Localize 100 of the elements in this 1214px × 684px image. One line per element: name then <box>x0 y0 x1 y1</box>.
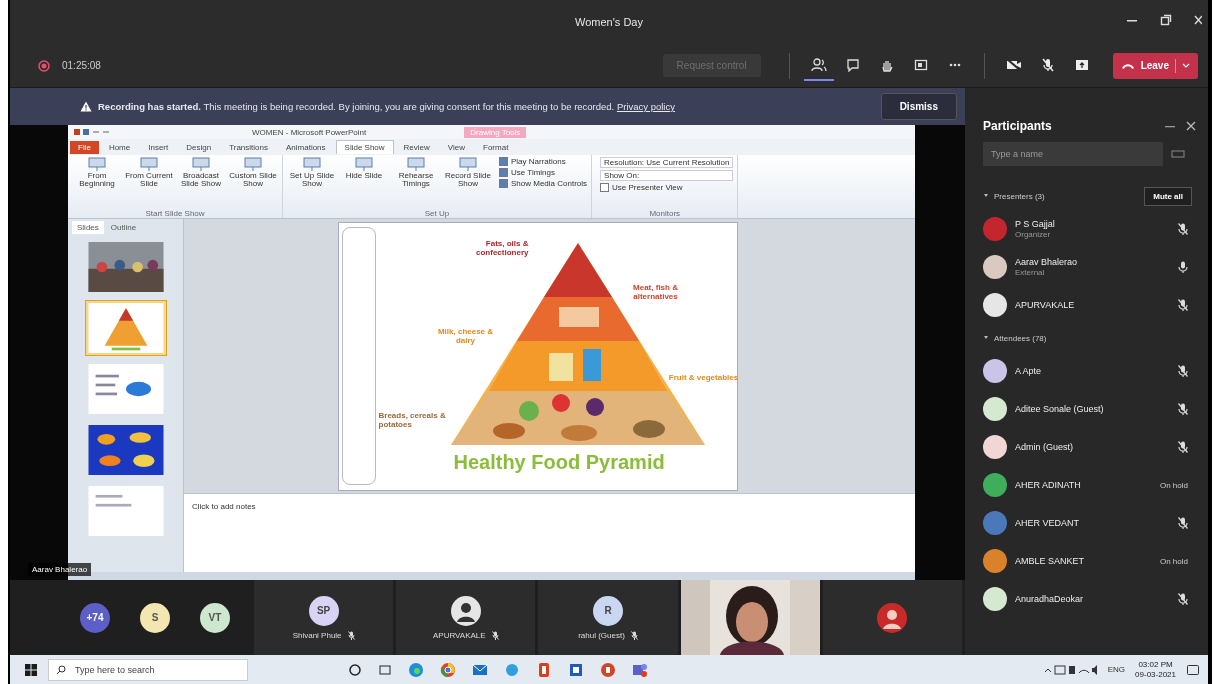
ribbon-tab[interactable]: Slide Show <box>335 140 394 154</box>
avatar: S <box>140 602 170 633</box>
participant-row[interactable]: AHER VEDANT <box>983 504 1196 542</box>
slides-app-icon[interactable] <box>600 661 616 678</box>
participant-status: On hold <box>1159 480 1188 490</box>
screen-icon[interactable] <box>459 157 477 171</box>
dismiss-button[interactable]: Dismiss <box>880 93 957 120</box>
windows-start-icon[interactable] <box>24 662 38 677</box>
screen-icon[interactable] <box>192 157 210 171</box>
powerpoint-title: WOMEN - Microsoft PowerPoint <box>252 127 367 137</box>
pane-tab[interactable]: Slides <box>72 221 104 234</box>
ribbon-button-label[interactable]: Custom Slide Show <box>228 172 278 189</box>
ribbon-button-label[interactable]: Hide Slide <box>345 172 383 181</box>
ribbon-button-label[interactable]: Record Slide Show <box>443 172 493 189</box>
screen-icon[interactable] <box>140 157 158 171</box>
ribbon-tab[interactable]: Review <box>395 140 438 154</box>
mute-all-button[interactable]: Mute all <box>1144 186 1192 206</box>
participant-name: Aarav Bhalerao <box>1015 257 1078 267</box>
privacy-policy-link[interactable]: Privacy policy <box>616 101 675 112</box>
participant-name: rahul (Guest) <box>578 630 625 640</box>
ribbon-tab[interactable]: Format <box>475 140 517 154</box>
chevron-icon[interactable] <box>983 335 989 341</box>
notification-icon[interactable] <box>1186 662 1200 677</box>
window-title: Women's Day <box>575 16 643 28</box>
group-label: Monitors <box>648 209 682 218</box>
pane-tab[interactable]: Outline <box>105 221 142 234</box>
ribbon-tab[interactable]: View <box>439 140 474 154</box>
screen-icon[interactable] <box>88 157 106 171</box>
chevron-icon[interactable] <box>983 193 989 199</box>
browser-icon[interactable] <box>440 661 456 678</box>
clock-date[interactable]: 09-03-2021 <box>1135 669 1176 679</box>
ribbon-tab[interactable]: Insert <box>140 140 177 154</box>
participant-row[interactable]: Aditee Sonale (Guest) <box>983 390 1196 428</box>
panel-title: Participants <box>983 119 1053 133</box>
participant-name: A Apte <box>1015 366 1042 376</box>
cortana-icon[interactable] <box>348 662 362 677</box>
participant-row[interactable]: AnuradhaDeokar <box>983 580 1196 618</box>
checkbox[interactable] <box>600 183 610 192</box>
avatar-icon <box>450 595 481 626</box>
screen-icon[interactable] <box>355 157 373 171</box>
participant-name: Shivani Phule <box>292 630 342 640</box>
ribbon-button-label[interactable]: From Current Slide <box>124 172 174 189</box>
checkbox[interactable] <box>499 168 508 177</box>
participant-role: External <box>1015 268 1046 277</box>
ribbon-button-label[interactable]: Set Up Slide Show <box>287 172 337 189</box>
participant-row[interactable]: AHER ADINATH On hold <box>983 466 1196 504</box>
participant-row[interactable]: AMBLE SANKET On hold <box>983 542 1196 580</box>
language-indicator[interactable]: ENG <box>1107 665 1126 674</box>
participant-row[interactable]: Admin (Guest) <box>983 428 1196 466</box>
screen-icon[interactable] <box>244 157 262 171</box>
recording-icon <box>38 59 50 72</box>
pyramid-label: Fruit & vegetables <box>668 372 739 382</box>
participant-row[interactable]: Aarav Bhalerao External <box>983 248 1196 286</box>
system-tray-icon[interactable] <box>1043 663 1098 676</box>
ribbon-tab[interactable]: File <box>70 140 99 154</box>
close-icon[interactable] <box>1194 14 1202 26</box>
warning-icon <box>80 101 92 112</box>
ribbon-button-label[interactable]: Rehearse Timings <box>391 172 441 189</box>
clock-time[interactable]: 03:02 PM <box>1138 660 1173 670</box>
ribbon-tab[interactable]: Design <box>178 140 220 154</box>
group-label: Set Up <box>423 209 451 218</box>
ribbon-field[interactable]: Show On: <box>600 170 734 181</box>
ribbon-tab[interactable]: Transitions <box>221 140 276 154</box>
screen-icon[interactable] <box>407 157 425 171</box>
task-view-icon[interactable] <box>378 662 392 677</box>
banner-message: Recording has started. This meeting is being recorded. By joining, you are giving consent for this meeting to be recorded. Privacy policy <box>98 101 675 112</box>
taskbar-search-field[interactable]: Type here to search <box>48 658 248 681</box>
participant-name: P S Gajjal <box>1015 219 1055 229</box>
ribbon-button-label[interactable]: Broadcast Slide Show <box>176 172 226 189</box>
checkbox[interactable] <box>499 179 508 188</box>
office-icon[interactable] <box>536 661 552 678</box>
participant-row[interactable]: A Apte <box>983 352 1196 390</box>
participant-name: APURVAKALE <box>1015 300 1075 310</box>
participant-row[interactable]: P S Gajjal Organizer <box>983 210 1196 248</box>
ribbon-field[interactable]: Resolution: Use Current Resolution <box>600 157 734 168</box>
participant-name: Aditee Sonale (Guest) <box>1015 404 1104 414</box>
option-label: Play Narrations <box>511 157 566 166</box>
more-participants-badge[interactable]: +74 <box>80 602 110 633</box>
ribbon-tab[interactable]: Home <box>100 140 139 154</box>
ribbon-tab[interactable]: Animations <box>278 140 334 154</box>
people-app-icon[interactable] <box>632 661 648 678</box>
close-icon[interactable] <box>1186 121 1196 131</box>
participant-name: Admin (Guest) <box>1015 442 1074 452</box>
pyramid-label: Breads, cereals & potatoes <box>378 410 447 429</box>
participant-row[interactable]: APURVAKALE <box>983 286 1196 324</box>
search-field[interactable]: Type a name <box>983 142 1163 166</box>
document-app-icon[interactable] <box>568 661 584 678</box>
ribbon-button-label[interactable]: From Beginning <box>72 172 122 189</box>
screen-icon[interactable] <box>303 157 321 171</box>
restore-icon[interactable] <box>1160 14 1172 26</box>
participant-name: AnuradhaDeokar <box>1015 594 1084 604</box>
checkbox[interactable] <box>499 157 508 166</box>
browser-icon[interactable] <box>408 661 424 678</box>
participant-name: AHER ADINATH <box>1015 480 1081 490</box>
participant-status: On hold <box>1159 556 1188 566</box>
participant-name: AHER VEDANT <box>1015 518 1079 528</box>
phone-icon <box>1120 61 1135 70</box>
leave-button[interactable]: Leave <box>1112 52 1198 79</box>
section-title: Presenters (3) <box>994 191 1045 201</box>
circle-app-icon[interactable] <box>504 661 520 678</box>
